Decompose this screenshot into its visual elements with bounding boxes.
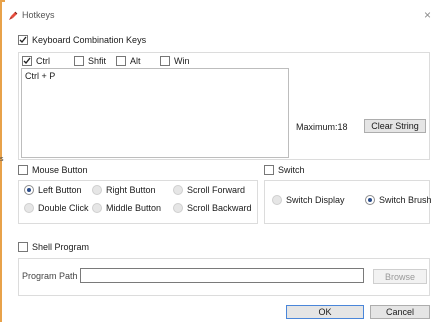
browse-button[interactable]: Browse <box>373 269 427 284</box>
switch-label: Switch <box>278 165 305 175</box>
stray-mark: s <box>0 156 4 163</box>
cancel-button[interactable]: Cancel <box>370 305 430 319</box>
keyboard-combination-toggle[interactable]: Keyboard Combination Keys <box>18 35 146 45</box>
mouse-option-scroll-forward[interactable]: Scroll Forward <box>173 185 245 195</box>
program-path-caption: Program Path <box>22 271 78 281</box>
mouse-option-scroll-backward-label: Scroll Backward <box>187 203 252 213</box>
keyboard-combination-label: Keyboard Combination Keys <box>32 35 147 45</box>
window-accent-corner <box>2 0 5 2</box>
mouse-option-scroll-backward-radio[interactable] <box>173 203 183 213</box>
switch-option-display-radio[interactable] <box>272 195 282 205</box>
modifier-alt[interactable]: Alt <box>116 56 141 66</box>
mouse-option-scroll-forward-label: Scroll Forward <box>187 185 246 195</box>
shell-program-checkbox[interactable] <box>18 242 28 252</box>
ok-button[interactable]: OK <box>286 305 364 319</box>
program-path-input[interactable] <box>80 268 364 283</box>
mouse-option-middle-label: Middle Button <box>106 203 162 213</box>
switch-option-display[interactable]: Switch Display <box>272 195 345 205</box>
mouse-option-double[interactable]: Double Click <box>24 203 89 213</box>
mouse-option-left-label: Left Button <box>38 185 82 195</box>
mouse-button-checkbox[interactable] <box>18 165 28 175</box>
mouse-option-scroll-forward-radio[interactable] <box>173 185 183 195</box>
keyboard-combination-checkbox[interactable] <box>18 35 28 45</box>
modifier-shift-checkbox[interactable] <box>74 56 84 66</box>
modifier-alt-checkbox[interactable] <box>116 56 126 66</box>
mouse-option-right-label: Right Button <box>106 185 156 195</box>
modifier-win[interactable]: Win <box>160 56 190 66</box>
mouse-button-label: Mouse Button <box>32 165 88 175</box>
close-icon[interactable]: × <box>424 8 431 22</box>
modifier-ctrl-label: Ctrl <box>36 56 50 66</box>
mouse-option-right[interactable]: Right Button <box>92 185 156 195</box>
program-path-label: Program Path <box>22 271 78 281</box>
modifier-alt-label: Alt <box>130 56 141 66</box>
modifier-shift[interactable]: Shfit <box>74 56 106 66</box>
maximum-info: Maximum:18 <box>296 122 348 132</box>
mouse-option-left[interactable]: Left Button <box>24 185 82 195</box>
modifier-win-checkbox[interactable] <box>160 56 170 66</box>
mouse-option-left-radio[interactable] <box>24 185 34 195</box>
modifier-ctrl-checkbox[interactable] <box>22 56 32 66</box>
pencil-brush-icon <box>8 11 18 21</box>
switch-toggle[interactable]: Switch <box>264 165 305 175</box>
switch-checkbox[interactable] <box>264 165 274 175</box>
switch-option-brush-label: Switch Brush <box>379 195 432 205</box>
shell-program-label: Shell Program <box>32 242 90 252</box>
mouse-button-toggle[interactable]: Mouse Button <box>18 165 88 175</box>
switch-option-brush[interactable]: Switch Brush <box>365 195 432 205</box>
modifier-shift-label: Shfit <box>88 56 107 66</box>
mouse-option-double-radio[interactable] <box>24 203 34 213</box>
mouse-option-right-radio[interactable] <box>92 185 102 195</box>
mouse-option-middle-radio[interactable] <box>92 203 102 213</box>
shell-program-toggle[interactable]: Shell Program <box>18 242 89 252</box>
mouse-option-scroll-backward[interactable]: Scroll Backward <box>173 203 252 213</box>
switch-option-display-label: Switch Display <box>286 195 345 205</box>
clear-string-button[interactable]: Clear String <box>364 119 426 133</box>
switch-option-brush-radio[interactable] <box>365 195 375 205</box>
title-bar: Hotkeys × <box>8 8 437 24</box>
modifier-ctrl[interactable]: Ctrl <box>22 56 50 66</box>
combo-text: Ctrl + P <box>25 71 56 81</box>
modifier-win-label: Win <box>174 56 190 66</box>
mouse-option-middle[interactable]: Middle Button <box>92 203 161 213</box>
window-title: Hotkeys <box>22 10 55 20</box>
maximum-label: Maximum:18 <box>296 122 348 132</box>
mouse-option-double-label: Double Click <box>38 203 89 213</box>
combo-textarea[interactable]: Ctrl + P <box>21 68 289 158</box>
